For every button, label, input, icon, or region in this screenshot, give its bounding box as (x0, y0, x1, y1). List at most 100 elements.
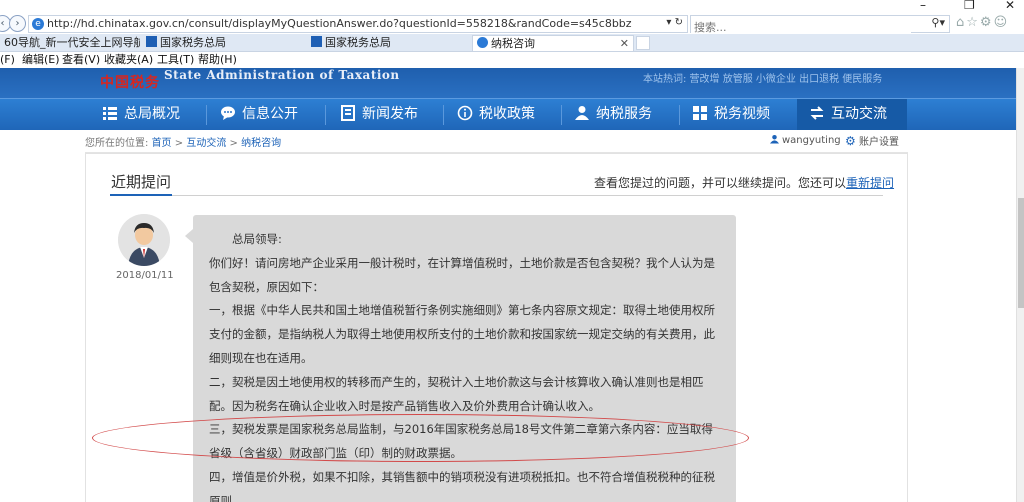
settings-label: 账户设置 (858, 137, 899, 148)
message-greeting: 总局领导: (209, 232, 282, 246)
menu-icon (103, 107, 117, 120)
breadcrumb-prefix: 您所在的位置: (85, 138, 149, 149)
title-bar: – ❐ ✕ (0, 0, 1024, 14)
web-page: 中国税务 State Administration of Taxation 本站… (0, 68, 1016, 502)
nav-label: 信息公开 (242, 106, 298, 122)
menu-tools[interactable]: 工具(T) (157, 52, 194, 68)
home-icon[interactable]: ⌂ (956, 15, 966, 30)
menu-view[interactable]: 查看(V) (62, 52, 100, 68)
new-tab-button[interactable] (636, 36, 650, 50)
card-hint: 查看您提过的问题，并可以继续提问。您还可以重新提问 (594, 174, 894, 191)
breadcrumb-trail: 您所在的位置: 首页 > 互动交流 > 纳税咨询 (85, 134, 281, 149)
user-icon (770, 134, 779, 144)
message-paragraph: 二，契税是因土地使用权的转移而产生的，契税计入土地价款这与会计核算收入确认准则也… (209, 374, 704, 413)
card-title: 近期提问 (111, 173, 172, 191)
tab-strip: 60导航_新一代安全上网导航 国家税务总局 国家税务总局 纳税咨询 ✕ (0, 34, 1024, 52)
breadcrumb-home[interactable]: 首页 (152, 138, 172, 149)
search-box[interactable]: ⚲▾ (690, 15, 950, 36)
ask-again-link[interactable]: 重新提问 (846, 176, 894, 190)
breadcrumb: 您所在的位置: 首页 > 互动交流 > 纳税咨询 wangyuting ⚙ 账户… (85, 130, 908, 153)
nav-divider (206, 105, 207, 125)
scrollbar-thumb[interactable] (1018, 198, 1024, 308)
hint-text: 查看您提过的问题，并可以继续提问。您还可以 (594, 176, 847, 190)
tab-label: 国家税务总局 (160, 36, 226, 49)
nav-item-info[interactable]: 信息公开 (220, 99, 320, 130)
nav-divider (325, 105, 326, 125)
tab-label: 国家税务总局 (325, 36, 391, 49)
address-bar[interactable]: e http://hd.chinatax.gov.cn/consult/disp… (28, 15, 688, 33)
refresh-icon[interactable]: ▾ ↻ (666, 17, 683, 28)
message-paragraph: 四，增值是价外税，如果不扣除，其销售额中的销项税没有进项税抵扣。也不符合增值税税… (209, 469, 715, 502)
video-icon (693, 106, 707, 120)
nav-label: 税收政策 (479, 106, 535, 122)
site-favicon-icon (146, 36, 157, 47)
nav-item-overview[interactable]: 总局概况 (86, 99, 194, 130)
divider (110, 195, 883, 196)
page-scrollbar[interactable] (1016, 68, 1024, 502)
site-logo-english: State Administration of Taxation (164, 68, 400, 82)
minimize-icon[interactable]: – (920, 0, 926, 12)
site-logo[interactable]: 中国税务 (100, 72, 160, 92)
menu-help[interactable]: 帮助(H) (198, 52, 237, 68)
star-icon[interactable]: ☆ (966, 15, 980, 30)
tab-consult[interactable]: 纳税咨询 ✕ (472, 35, 634, 51)
breadcrumb-separator: > (229, 138, 238, 149)
site-favicon-icon (311, 36, 322, 47)
toolbar-icons: ⌂☆⚙☺ (956, 15, 1009, 30)
address-row: ‹ › e http://hd.chinatax.gov.cn/consult/… (0, 14, 1024, 36)
tab-state-tax-2[interactable]: 国家税务总局 (307, 35, 470, 51)
menu-bar: (F) 编辑(E) 查看(V) 收藏夹(A) 工具(T) 帮助(H) (0, 52, 1024, 68)
nav-item-video[interactable]: 税务视频 (692, 99, 792, 130)
chat-bubble-icon (221, 106, 235, 120)
smiley-icon[interactable]: ☺ (994, 15, 1010, 30)
close-window-icon[interactable]: ✕ (1005, 0, 1015, 12)
message-paragraph: 你们好！请问房地产企业采用一般计税时，在计算增值税时，土地价款是否包含契税？我个… (209, 255, 715, 294)
nav-item-interaction[interactable]: 互动交流 (797, 99, 907, 130)
nav-label: 纳税服务 (596, 106, 652, 122)
nav-divider (443, 105, 444, 125)
breadcrumb-consult[interactable]: 纳税咨询 (241, 138, 281, 149)
site-header: 中国税务 State Administration of Taxation 本站… (0, 68, 1016, 98)
ie-page-icon: e (32, 18, 44, 30)
nav-divider (679, 105, 680, 125)
menu-file[interactable]: (F) (0, 52, 15, 68)
message-paragraph: 一，根据《中华人民共和国土地增值税暂行条例实施细则》第七条内容原文规定：取得土地… (209, 303, 715, 365)
menu-favorites[interactable]: 收藏夹(A) (104, 52, 153, 68)
nav-label: 总局概况 (124, 106, 180, 122)
search-icon[interactable]: ⚲▾ (931, 16, 945, 29)
annotation-ellipse (92, 414, 749, 462)
person-icon (575, 106, 589, 120)
user-account[interactable]: wangyuting (770, 134, 841, 146)
breadcrumb-separator: > (174, 138, 184, 149)
tab-label: 60导航_新一代安全上网导航 (4, 36, 140, 49)
main-nav: 总局概况 信息公开 新闻发布 税收政策 纳税服务 税务视频 互动交流 (0, 98, 1016, 130)
restore-icon[interactable]: ❐ (964, 0, 975, 12)
info-icon (457, 105, 473, 121)
nav-item-policy[interactable]: 税收政策 (457, 99, 567, 130)
menu-edit[interactable]: 编辑(E) (22, 52, 60, 68)
hot-words[interactable]: 本站热词: 营改增 放管服 小微企业 出口退税 便民服务 (643, 70, 882, 85)
exchange-arrows-icon (810, 106, 824, 120)
tab-label: 纳税咨询 (491, 37, 535, 50)
breadcrumb-interaction[interactable]: 互动交流 (186, 138, 226, 149)
nav-label: 互动交流 (831, 106, 887, 122)
ie-favicon-icon (477, 37, 488, 48)
username: wangyuting (782, 135, 841, 146)
nav-item-news[interactable]: 新闻发布 (340, 99, 440, 130)
settings-gear-icon: ⚙ (845, 134, 856, 148)
tab-state-tax-1[interactable]: 国家税务总局 (142, 35, 305, 51)
nav-item-service[interactable]: 纳税服务 (574, 99, 684, 130)
tab-navigation[interactable]: 60导航_新一代安全上网导航 (0, 35, 140, 51)
title-underline (110, 194, 172, 196)
close-tab-icon[interactable]: ✕ (620, 36, 629, 51)
browser-window: – ❐ ✕ ‹ › e http://hd.chinatax.gov.cn/co… (0, 0, 1024, 502)
avatar (118, 214, 170, 266)
account-settings-link[interactable]: ⚙ 账户设置 (845, 133, 899, 148)
url-text[interactable]: http://hd.chinatax.gov.cn/consult/displa… (47, 17, 632, 30)
person-avatar-icon (118, 214, 170, 266)
gear-icon[interactable]: ⚙ (980, 15, 994, 30)
nav-label: 新闻发布 (362, 106, 418, 122)
question-date: 2018/01/11 (116, 270, 174, 281)
nav-label: 税务视频 (714, 106, 770, 122)
forward-button[interactable]: › (9, 15, 26, 32)
